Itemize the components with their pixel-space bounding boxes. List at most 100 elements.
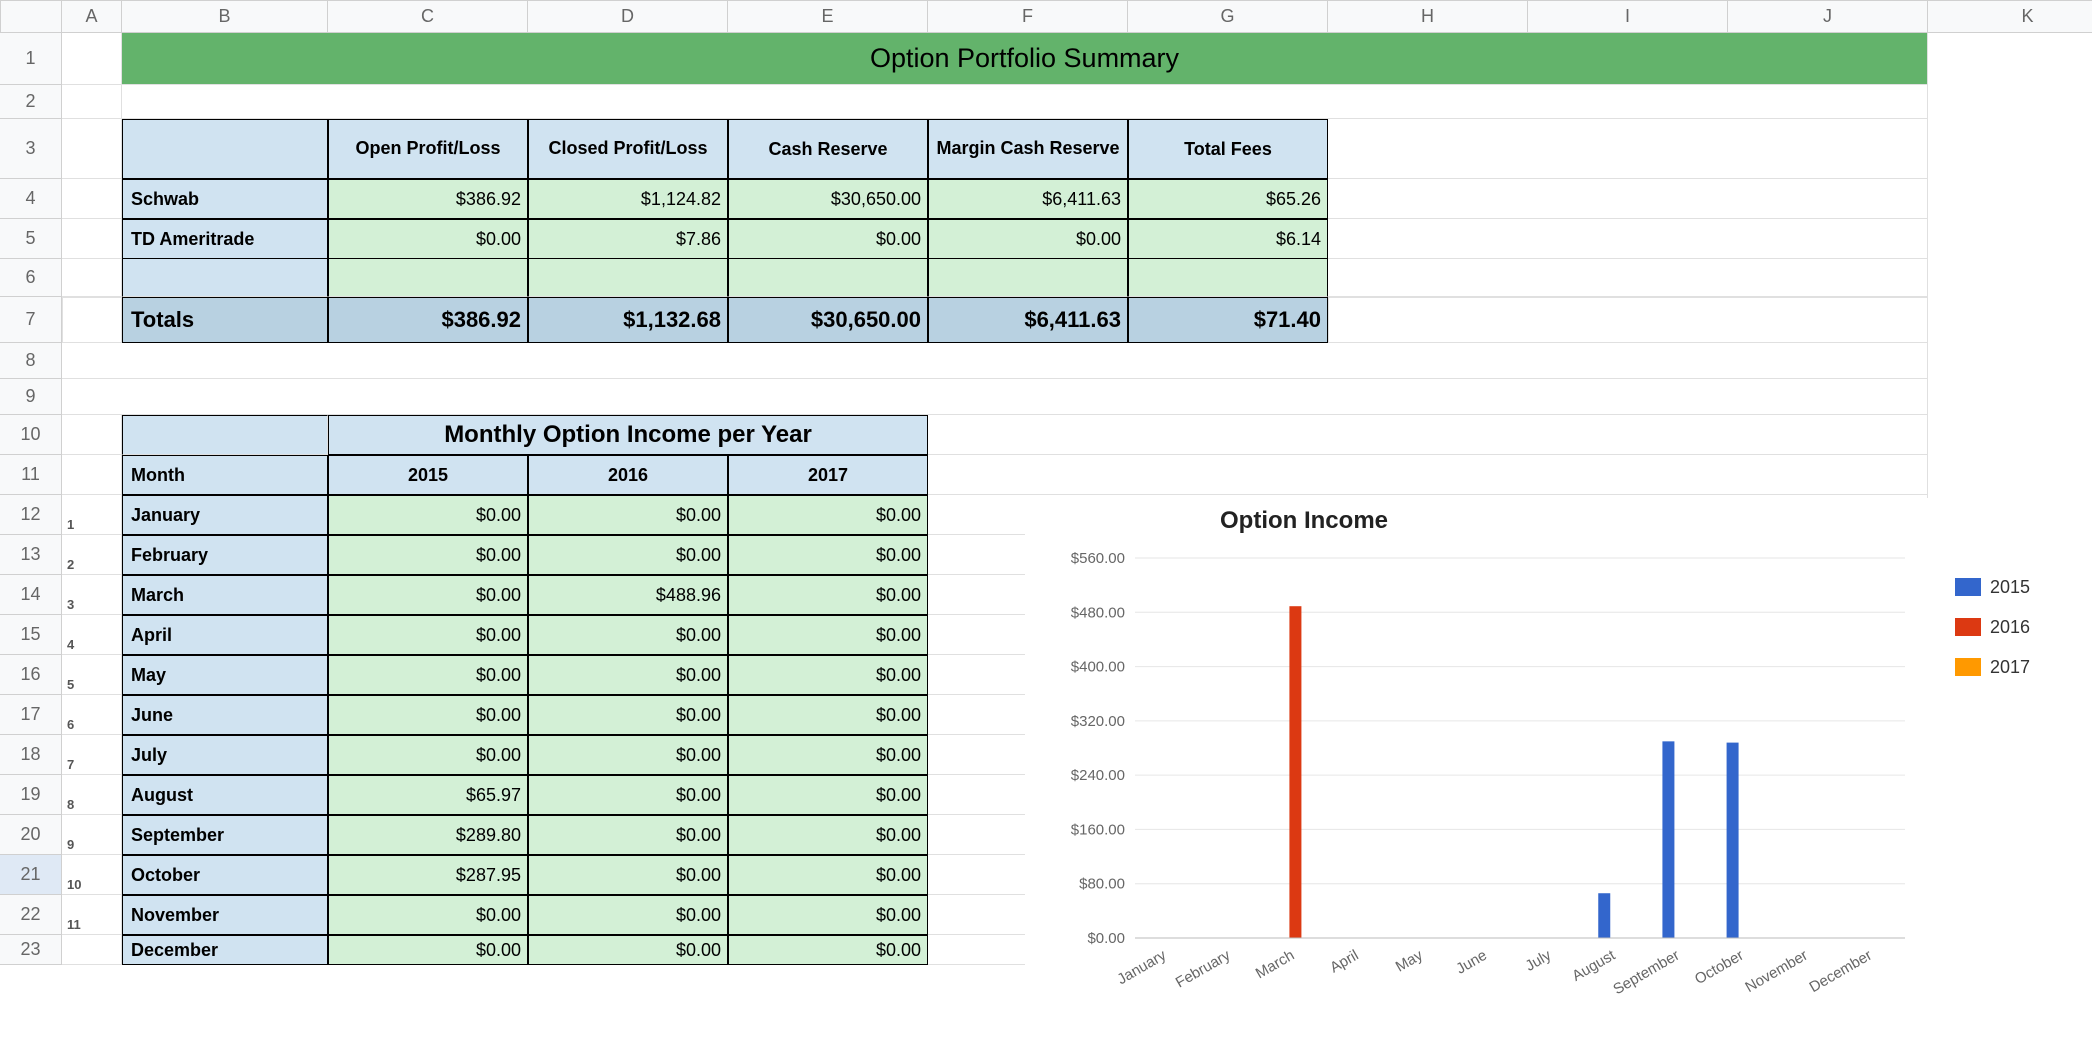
- month-label[interactable]: May: [122, 655, 328, 695]
- month-label[interactable]: April: [122, 615, 328, 655]
- row-header-2[interactable]: 2: [0, 85, 62, 119]
- select-all-corner[interactable]: [0, 0, 62, 33]
- month-value[interactable]: $0.00: [728, 895, 928, 935]
- summary-header-blank[interactable]: [122, 119, 328, 179]
- month-value[interactable]: $0.00: [328, 655, 528, 695]
- month-value[interactable]: $0.00: [728, 815, 928, 855]
- summary-header-open-pl[interactable]: Open Profit/Loss: [328, 119, 528, 179]
- td-open-pl[interactable]: $0.00: [328, 219, 528, 259]
- column-header-D[interactable]: D: [528, 0, 728, 33]
- month-value[interactable]: $0.00: [528, 695, 728, 735]
- month-value[interactable]: $0.00: [728, 935, 928, 965]
- month-label[interactable]: December: [122, 935, 328, 965]
- row-header-16[interactable]: 16: [0, 655, 62, 695]
- monthly-section-title[interactable]: Monthly Option Income per Year: [328, 415, 928, 455]
- month-value[interactable]: $0.00: [728, 575, 928, 615]
- month-value[interactable]: $0.00: [728, 735, 928, 775]
- title-banner[interactable]: Option Portfolio Summary: [122, 33, 1928, 85]
- column-header-E[interactable]: E: [728, 0, 928, 33]
- summary-header-total-fees[interactable]: Total Fees: [1128, 119, 1328, 179]
- row-header-17[interactable]: 17: [0, 695, 62, 735]
- month-label[interactable]: August: [122, 775, 328, 815]
- month-value[interactable]: $0.00: [328, 535, 528, 575]
- td-margin-cash[interactable]: $0.00: [928, 219, 1128, 259]
- schwab-cash-reserve[interactable]: $30,650.00: [728, 179, 928, 219]
- row-header-9[interactable]: 9: [0, 379, 62, 415]
- month-label[interactable]: February: [122, 535, 328, 575]
- row-header-21[interactable]: 21: [0, 855, 62, 895]
- td-total-fees[interactable]: $6.14: [1128, 219, 1328, 259]
- year-header-2015[interactable]: 2015: [328, 455, 528, 495]
- column-header-I[interactable]: I: [1528, 0, 1728, 33]
- month-value[interactable]: $488.96: [528, 575, 728, 615]
- row-header-13[interactable]: 13: [0, 535, 62, 575]
- month-value[interactable]: $0.00: [728, 535, 928, 575]
- month-value[interactable]: $0.00: [728, 695, 928, 735]
- broker-label-schwab[interactable]: Schwab: [122, 179, 328, 219]
- month-value[interactable]: $0.00: [728, 495, 928, 535]
- month-label[interactable]: November: [122, 895, 328, 935]
- row-header-22[interactable]: 22: [0, 895, 62, 935]
- column-header-K[interactable]: K: [1928, 0, 2092, 33]
- month-value[interactable]: $289.80: [328, 815, 528, 855]
- column-header-C[interactable]: C: [328, 0, 528, 33]
- broker-label-td[interactable]: TD Ameritrade: [122, 219, 328, 259]
- month-label[interactable]: July: [122, 735, 328, 775]
- schwab-margin-cash[interactable]: $6,411.63: [928, 179, 1128, 219]
- month-label[interactable]: September: [122, 815, 328, 855]
- summary-header-cash-reserve[interactable]: Cash Reserve: [728, 119, 928, 179]
- row-header-18[interactable]: 18: [0, 735, 62, 775]
- month-value[interactable]: $0.00: [328, 615, 528, 655]
- month-value[interactable]: $0.00: [328, 695, 528, 735]
- row-header-1[interactable]: 1: [0, 33, 62, 85]
- month-value[interactable]: $0.00: [728, 615, 928, 655]
- td-closed-pl[interactable]: $7.86: [528, 219, 728, 259]
- totals-label[interactable]: Totals: [122, 297, 328, 343]
- column-header-A[interactable]: A: [62, 0, 122, 33]
- column-header-G[interactable]: G: [1128, 0, 1328, 33]
- cell-A2[interactable]: [62, 85, 122, 119]
- schwab-open-pl[interactable]: $386.92: [328, 179, 528, 219]
- row-header-8[interactable]: 8: [0, 343, 62, 379]
- row-header-15[interactable]: 15: [0, 615, 62, 655]
- row-header-3[interactable]: 3: [0, 119, 62, 179]
- row-header-20[interactable]: 20: [0, 815, 62, 855]
- schwab-total-fees[interactable]: $65.26: [1128, 179, 1328, 219]
- schwab-closed-pl[interactable]: $1,124.82: [528, 179, 728, 219]
- totals-closed-pl[interactable]: $1,132.68: [528, 297, 728, 343]
- month-value[interactable]: $0.00: [328, 895, 528, 935]
- month-value[interactable]: $0.00: [728, 855, 928, 895]
- month-value[interactable]: $0.00: [528, 655, 728, 695]
- totals-margin-cash[interactable]: $6,411.63: [928, 297, 1128, 343]
- month-value[interactable]: $0.00: [528, 855, 728, 895]
- row-header-6[interactable]: 6: [0, 259, 62, 297]
- row-header-19[interactable]: 19: [0, 775, 62, 815]
- totals-cash-reserve[interactable]: $30,650.00: [728, 297, 928, 343]
- row-header-10[interactable]: 10: [0, 415, 62, 455]
- month-value[interactable]: $0.00: [528, 775, 728, 815]
- td-cash-reserve[interactable]: $0.00: [728, 219, 928, 259]
- month-label[interactable]: March: [122, 575, 328, 615]
- month-value[interactable]: $0.00: [328, 495, 528, 535]
- totals-total-fees[interactable]: $71.40: [1128, 297, 1328, 343]
- summary-header-closed-pl[interactable]: Closed Profit/Loss: [528, 119, 728, 179]
- month-value[interactable]: $0.00: [328, 935, 528, 965]
- column-header-H[interactable]: H: [1328, 0, 1528, 33]
- month-value[interactable]: $0.00: [728, 655, 928, 695]
- column-header-J[interactable]: J: [1728, 0, 1928, 33]
- year-header-2016[interactable]: 2016: [528, 455, 728, 495]
- year-header-2017[interactable]: 2017: [728, 455, 928, 495]
- row-header-5[interactable]: 5: [0, 219, 62, 259]
- row-header-11[interactable]: 11: [0, 455, 62, 495]
- month-value[interactable]: $287.95: [328, 855, 528, 895]
- column-header-B[interactable]: B: [122, 0, 328, 33]
- month-header[interactable]: Month: [122, 455, 328, 495]
- row-header-7[interactable]: 7: [0, 297, 62, 343]
- column-header-F[interactable]: F: [928, 0, 1128, 33]
- month-value[interactable]: $0.00: [528, 895, 728, 935]
- month-label[interactable]: October: [122, 855, 328, 895]
- chart-embed[interactable]: Option Income$0.00$80.00$160.00$240.00$3…: [1025, 498, 2085, 1038]
- row-header-23[interactable]: 23: [0, 935, 62, 965]
- month-value[interactable]: $0.00: [728, 775, 928, 815]
- row-header-14[interactable]: 14: [0, 575, 62, 615]
